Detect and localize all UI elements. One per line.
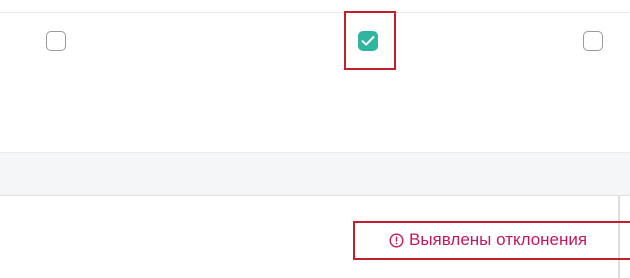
- checkmark-icon: [361, 36, 375, 46]
- row-checkbox-middle-checked[interactable]: [358, 31, 378, 51]
- row-checkbox-right[interactable]: [583, 31, 603, 51]
- section-divider: [0, 195, 630, 196]
- table-row-divider: [0, 12, 630, 13]
- deviation-status: Выявлены отклонения: [389, 228, 587, 252]
- info-circle-icon: [389, 232, 404, 248]
- section-header-band: [0, 152, 630, 195]
- deviation-status-text: Выявлены отклонения: [409, 230, 588, 249]
- row-checkbox-left[interactable]: [46, 31, 66, 51]
